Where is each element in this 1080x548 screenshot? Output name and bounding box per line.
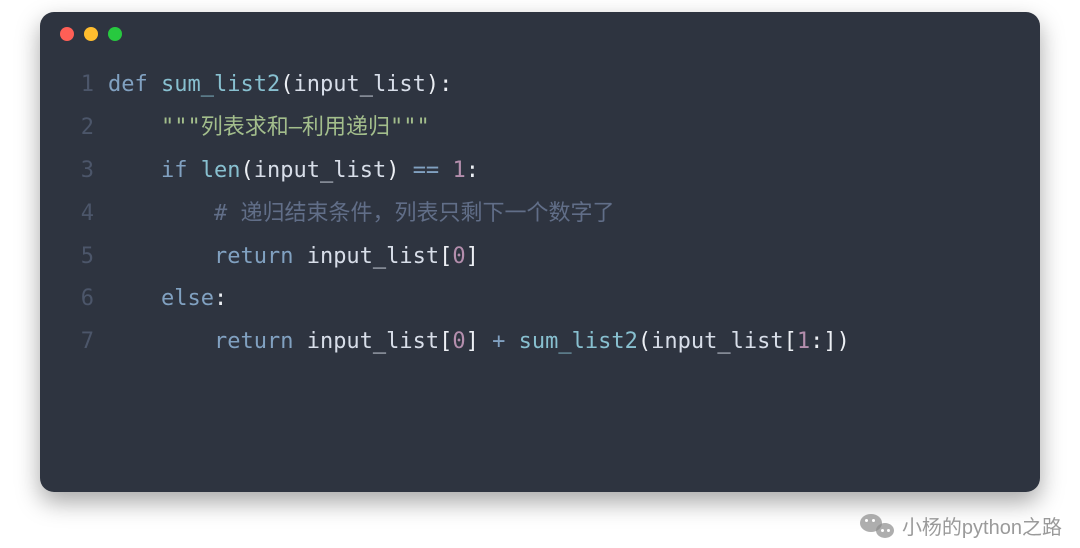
code-line: 6 else: [68,278,1012,321]
code-line: 2 """列表求和—利用递归""" [68,107,1012,150]
code-token: 1 [797,329,810,354]
code-token: 0 [452,244,465,269]
code-token: if [161,158,188,183]
code-token: input_list [293,329,439,354]
code-token: [ [439,329,452,354]
line-content: """列表求和—利用递归""" [108,107,430,150]
code-token: input_list [651,329,783,354]
code-token: ] [466,244,479,269]
code-token: [ [784,329,797,354]
code-line: 4 # 递归结束条件，列表只剩下一个数字了 [68,193,1012,236]
code-token [108,329,214,354]
code-line: 5 return input_list[0] [68,236,1012,279]
window-titlebar [40,12,1040,56]
line-number: 3 [68,150,94,193]
code-token: 0 [452,329,465,354]
code-token: # 递归结束条件，列表只剩下一个数字了 [214,201,615,226]
wechat-icon [860,512,894,540]
line-number: 5 [68,236,94,279]
window-dot-close[interactable] [60,27,74,41]
code-token [148,72,161,97]
code-token [505,329,518,354]
code-token [108,158,161,183]
code-token: input_list [293,72,425,97]
line-number: 1 [68,64,94,107]
code-token: len [201,158,241,183]
code-token: sum_list2 [519,329,638,354]
code-token: == [413,158,440,183]
code-token: : [439,72,452,97]
code-token [479,329,492,354]
code-token [187,158,200,183]
code-token: input_list [293,244,439,269]
line-number: 4 [68,193,94,236]
code-token [399,158,412,183]
line-number: 7 [68,321,94,364]
code-token: ] [466,329,479,354]
code-token: : [810,329,823,354]
code-token [108,244,214,269]
code-line: 3 if len(input_list) == 1: [68,150,1012,193]
line-content: # 递归结束条件，列表只剩下一个数字了 [108,193,614,236]
code-token: return [214,244,293,269]
code-token: ) [837,329,850,354]
window-dot-minimize[interactable] [84,27,98,41]
code-token: [ [439,244,452,269]
line-content: else: [108,278,227,321]
code-token [439,158,452,183]
line-number: 2 [68,107,94,150]
line-content: return input_list[0] + sum_list2(input_l… [108,321,850,364]
code-line: 1 def sum_list2(input_list): [68,64,1012,107]
code-token: ) [386,158,399,183]
line-content: def sum_list2(input_list): [108,64,452,107]
code-token: 1 [452,158,465,183]
code-token: ( [240,158,253,183]
code-token [108,115,161,140]
code-token [108,201,214,226]
code-window: 1def sum_list2(input_list):2 """列表求和—利用递… [40,12,1040,492]
code-token: ( [280,72,293,97]
code-token: return [214,329,293,354]
code-token: + [492,329,505,354]
code-token: """列表求和—利用递归""" [161,115,430,140]
window-dot-zoom[interactable] [108,27,122,41]
code-token [108,286,161,311]
line-content: return input_list[0] [108,236,479,279]
code-token: def [108,72,148,97]
code-token: sum_list2 [161,72,280,97]
code-token: else [161,286,214,311]
code-token: input_list [254,158,386,183]
line-content: if len(input_list) == 1: [108,150,479,193]
code-token: ) [426,72,439,97]
code-token: ] [823,329,836,354]
code-token: : [214,286,227,311]
code-token: ( [638,329,651,354]
code-area: 1def sum_list2(input_list):2 """列表求和—利用递… [40,56,1040,364]
watermark: 小杨的python之路 [860,511,1062,540]
watermark-text: 小杨的python之路 [902,511,1062,540]
line-number: 6 [68,278,94,321]
code-line: 7 return input_list[0] + sum_list2(input… [68,321,1012,364]
code-token: : [466,158,479,183]
